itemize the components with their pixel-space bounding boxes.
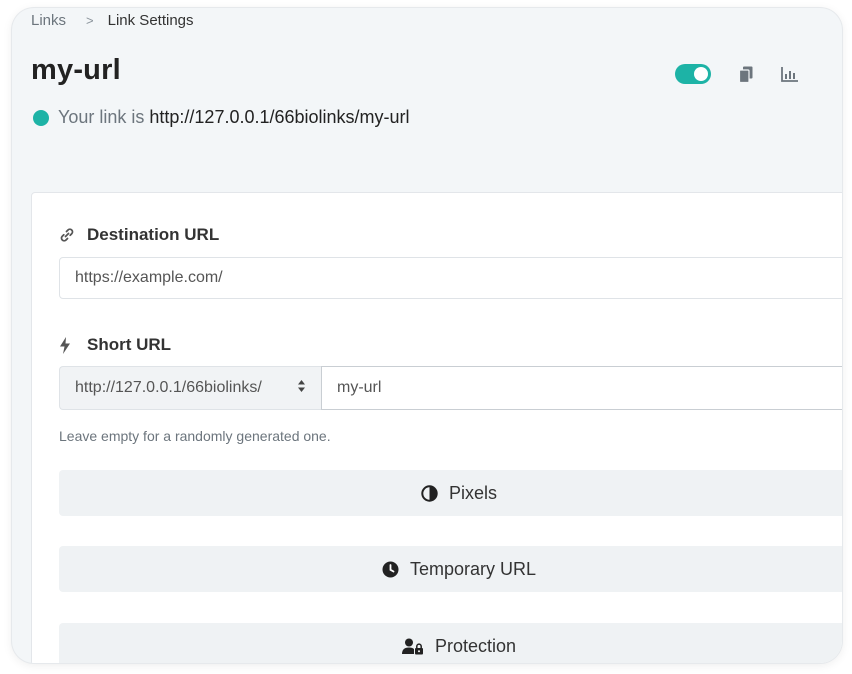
destination-url-label: Destination URL [59,225,219,245]
link-icon [59,227,75,243]
app-window: Links > Link Settings my-url Your link i… [12,8,842,663]
statistics-icon[interactable] [781,65,799,83]
status-dot [33,109,49,126]
protection-section-label: Protection [434,635,517,656]
select-updown-icon [297,379,306,398]
link-settings-card: Destination URL https://example.com/ Sho… [31,192,842,663]
short-url-input[interactable]: my-url [321,366,842,410]
link-status: Your link is http://127.0.0.1/66biolinks… [33,107,410,128]
domain-select[interactable]: http://127.0.0.1/66biolinks/ [59,366,321,410]
short-url-group: http://127.0.0.1/66biolinks/ my-url [59,366,842,410]
protection-section-button[interactable]: Protection [59,623,842,663]
link-enabled-toggle[interactable] [675,64,711,84]
toggle-knob [694,67,708,81]
short-url-label-text: Short URL [87,335,172,354]
user-lock-icon [401,638,424,655]
temporary-url-section-label: Temporary URL [409,558,537,579]
short-url-label: Short URL [59,335,171,355]
bolt-icon [59,336,75,354]
pixels-section-label: Pixels [448,482,497,503]
destination-url-input[interactable]: https://example.com/ [59,257,842,299]
breadcrumb: Links > Link Settings [31,12,194,29]
breadcrumb-current: Link Settings [107,12,194,29]
destination-url-label-text: Destination URL [87,225,220,244]
domain-select-value: http://127.0.0.1/66biolinks/ [75,379,262,396]
pixels-section-button[interactable]: Pixels [59,470,842,516]
copy-icon[interactable] [737,65,755,83]
short-url-help: Leave empty for a randomly generated one… [59,428,331,444]
temporary-url-section-button[interactable]: Temporary URL [59,546,842,592]
clock-icon [382,561,399,578]
half-circle-icon [421,484,438,502]
status-link-url[interactable]: http://127.0.0.1/66biolinks/my-url [149,107,409,128]
status-prefix: Your link is [58,107,145,127]
breadcrumb-separator: > [86,13,94,28]
toolbar [675,64,799,84]
breadcrumb-links[interactable]: Links [31,12,66,29]
page-title: my-url [31,54,121,86]
